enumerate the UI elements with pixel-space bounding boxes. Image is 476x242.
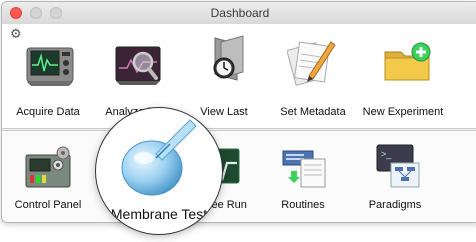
oscilloscope-icon: [26, 47, 74, 86]
tool-label: Paradigms: [368, 199, 422, 211]
folder-add-icon: [384, 42, 431, 81]
bottom-tool-panel: Control Panel Free Run Routines >_ Parad…: [2, 130, 476, 222]
control-panel-icon: [25, 146, 71, 188]
server-document-icon: [282, 150, 326, 188]
tool-label: Control Panel: [14, 199, 82, 211]
gear-icon[interactable]: ⚙: [10, 27, 22, 40]
folder-clock-icon: [213, 35, 244, 81]
pipette-cell-icon: [121, 119, 197, 196]
terminal-flowchart-icon: >_: [376, 144, 420, 188]
membrane-test-label: Membrane Test: [110, 206, 208, 222]
analyze-magnifier-icon: [115, 46, 161, 85]
documents-pencil-icon: [287, 41, 336, 86]
tool-label: New Experiment: [362, 106, 444, 118]
tool-membrane-test[interactable]: Membrane Test: [95, 107, 223, 235]
svg-text:>_: >_: [381, 149, 392, 159]
tool-label: Set Metadata: [280, 106, 346, 118]
title-bar: Dashboard: [2, 2, 476, 25]
top-tool-panel: Acquire Data Analyze Data Vie: [2, 24, 476, 128]
dashboard-window: Dashboard Acquire Data View Last Set Met…: [1, 1, 476, 223]
tool-label: Routines: [281, 199, 325, 211]
panel-divider: [2, 128, 476, 129]
window-title: Dashboard: [210, 6, 270, 20]
